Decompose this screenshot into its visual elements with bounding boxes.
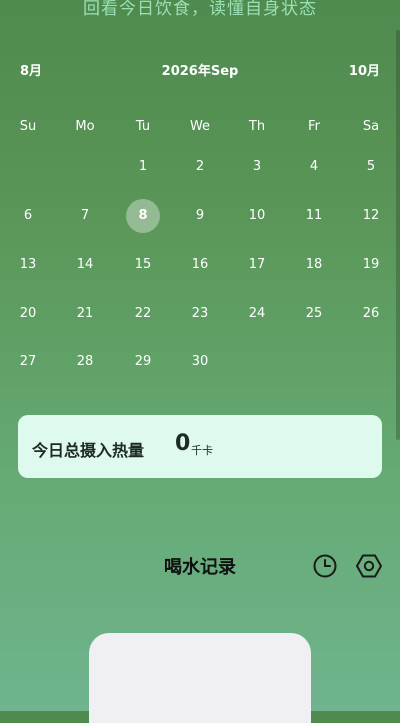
weekday-label: Su (19, 119, 37, 134)
calendar-day[interactable]: 13 (11, 248, 45, 282)
calendar-day[interactable]: 11 (297, 199, 331, 233)
calendar-day[interactable]: 2 (183, 150, 217, 184)
next-month-button[interactable]: 10月 (349, 60, 380, 79)
calendar-day[interactable]: 6 (11, 199, 45, 233)
calendar-day[interactable]: 28 (68, 345, 102, 379)
calendar-day[interactable]: 29 (126, 345, 160, 379)
calendar-day[interactable]: 25 (297, 297, 331, 331)
calorie-unit: 千卡 (191, 444, 213, 457)
calendar-day[interactable]: 20 (11, 297, 45, 331)
current-month-label: 2026年Sep (161, 64, 239, 79)
calendar-day[interactable]: 16 (183, 248, 217, 282)
calendar-day[interactable]: 26 (354, 297, 388, 331)
calendar-day[interactable]: 1 (126, 150, 160, 184)
weekday-label: Mo (75, 119, 95, 134)
calendar-day[interactable]: 9 (183, 199, 217, 233)
water-header: 喝水记录 (0, 551, 400, 581)
weekday-label: Sa (362, 119, 380, 134)
weekday-label: Tu (135, 119, 151, 134)
calendar-day[interactable]: 23 (183, 297, 217, 331)
water-title: 喝水记录 (164, 557, 236, 578)
calorie-label: 今日总摄入热量 (32, 441, 145, 460)
weekday-label: Th (248, 119, 266, 134)
hexagon-settings-icon[interactable] (354, 551, 384, 581)
calendar-day[interactable]: 24 (240, 297, 274, 331)
calendar-day[interactable]: 3 (240, 150, 274, 184)
calendar-day[interactable]: 7 (68, 199, 102, 233)
header-caption: 回看今日饮食，读懂自身状态 (83, 0, 317, 19)
calendar-day[interactable]: 14 (68, 248, 102, 282)
calendar-day[interactable]: 10 (240, 199, 274, 233)
clock-icon[interactable] (310, 551, 340, 581)
calendar-day[interactable]: 27 (11, 345, 45, 379)
calendar-day[interactable]: 30 (183, 345, 217, 379)
calendar-day-selected[interactable]: 8 (126, 199, 160, 233)
water-record-panel (89, 633, 311, 723)
calendar-day[interactable]: 15 (126, 248, 160, 282)
calendar-day[interactable]: 19 (354, 248, 388, 282)
calendar-day[interactable]: 21 (68, 297, 102, 331)
calorie-value: 0 (175, 431, 191, 456)
calendar-day[interactable]: 18 (297, 248, 331, 282)
calendar-day[interactable]: 4 (297, 150, 331, 184)
calendar-day[interactable]: 12 (354, 199, 388, 233)
weekday-header: Su Mo Tu We Th Fr Sa (0, 119, 400, 137)
scroll-edge (396, 30, 400, 440)
calendar-day[interactable]: 5 (354, 150, 388, 184)
weekday-label: We (189, 119, 211, 134)
month-navigation: 8月 2026年Sep 10月 (0, 60, 400, 82)
calendar-day[interactable]: 17 (240, 248, 274, 282)
calorie-card: 今日总摄入热量 0 千卡 (18, 415, 382, 478)
weekday-label: Fr (308, 119, 320, 134)
calendar-day[interactable]: 22 (126, 297, 160, 331)
